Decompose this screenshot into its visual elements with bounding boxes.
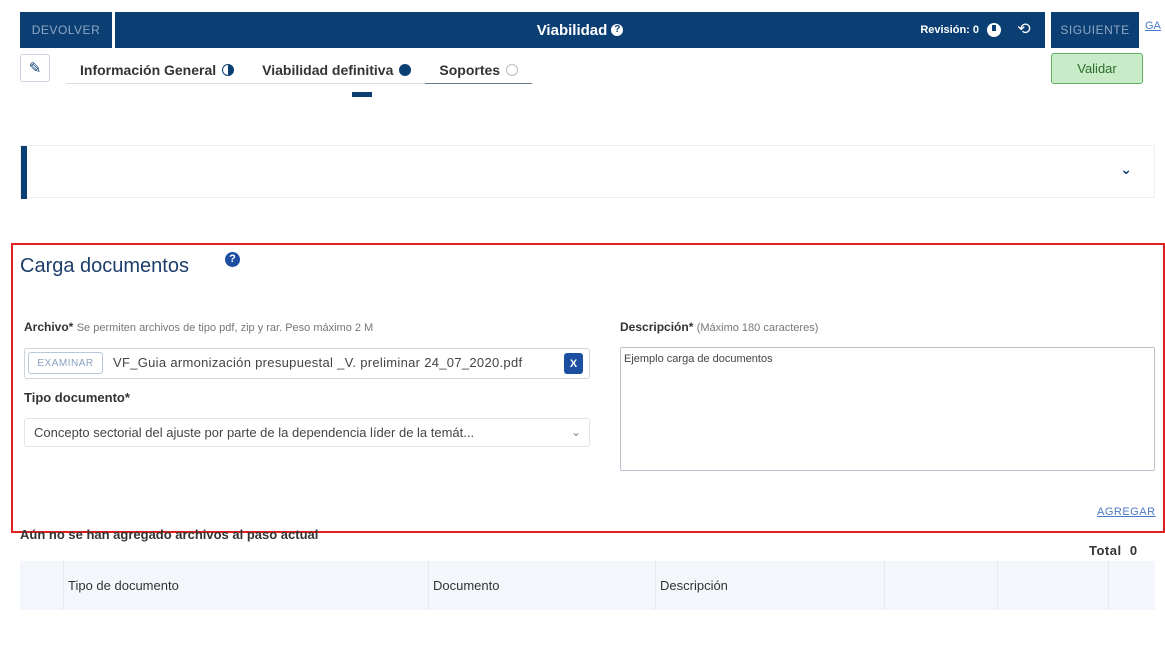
tipo-documento-value: Concepto sectorial del ajuste por parte … bbox=[34, 425, 475, 440]
tab-scroll-indicator bbox=[352, 92, 372, 97]
partial-status-icon bbox=[222, 63, 235, 76]
panel-accent-bar bbox=[21, 146, 27, 199]
tipo-documento-select[interactable]: Concepto sectorial del ajuste por parte … bbox=[24, 418, 590, 447]
agregar-link[interactable]: AGREGAR bbox=[1097, 506, 1156, 518]
remove-file-button[interactable]: X bbox=[564, 353, 583, 374]
history-icon[interactable]: ⟲ bbox=[1015, 21, 1033, 39]
tab-informacion-general[interactable]: Información General bbox=[66, 56, 249, 84]
empty-status-icon bbox=[506, 63, 519, 76]
page-title: Viabilidad ? bbox=[115, 12, 1045, 48]
edit-button[interactable]: ✎ bbox=[20, 54, 50, 82]
revision-icon[interactable] bbox=[987, 23, 1001, 37]
validar-button[interactable]: Validar bbox=[1051, 53, 1143, 84]
total-value: 0 bbox=[1129, 543, 1138, 558]
table-header-cell bbox=[1109, 561, 1155, 610]
chevron-down-icon[interactable]: ⌄ bbox=[1120, 161, 1132, 178]
file-input[interactable]: EXAMINAR VF_Guia armonización presupuest… bbox=[24, 348, 590, 379]
examinar-button[interactable]: EXAMINAR bbox=[28, 352, 103, 374]
tab-list: Información General Viabilidad definitiv… bbox=[66, 56, 533, 86]
total-count: Total 0 bbox=[1089, 543, 1138, 558]
tab-soportes[interactable]: Soportes bbox=[425, 56, 533, 84]
pencil-icon: ✎ bbox=[28, 60, 42, 77]
top-bar: DEVOLVER Viabilidad ? Revisión: 0 ⟲ SIGU… bbox=[20, 12, 1153, 48]
empty-files-message: Aún no se han agregado archivos al paso … bbox=[20, 527, 319, 542]
descripcion-label-text: Descripción* bbox=[620, 320, 694, 334]
chevron-down-icon: ⌄ bbox=[570, 425, 581, 439]
siguiente-button[interactable]: SIGUIENTE bbox=[1051, 12, 1139, 48]
tab-viabilidad-definitiva[interactable]: Viabilidad definitiva bbox=[248, 56, 426, 84]
close-icon: X bbox=[569, 357, 578, 370]
archivo-hint: Se permiten archivos de tipo pdf, zip y … bbox=[76, 322, 374, 334]
collapsed-panel[interactable]: ⌄ bbox=[20, 145, 1155, 199]
section-title: Carga documentos bbox=[20, 255, 189, 277]
help-icon[interactable]: ? bbox=[611, 24, 624, 36]
table-header-cell bbox=[20, 561, 64, 610]
title-label: Viabilidad bbox=[536, 21, 608, 39]
revision-label: Revisión: 0 bbox=[920, 24, 979, 36]
descripcion-label: Descripción* (Máximo 180 caracteres) bbox=[620, 320, 818, 334]
table-header-descripcion: Descripción bbox=[656, 561, 885, 610]
descripcion-textarea[interactable]: Ejemplo carga de documentos bbox=[620, 347, 1155, 471]
devolver-button[interactable]: DEVOLVER bbox=[20, 12, 112, 48]
descripcion-hint: (Máximo 180 caracteres) bbox=[696, 322, 819, 334]
ga-link[interactable]: GA bbox=[1145, 20, 1161, 32]
title-bar: Viabilidad ? Revisión: 0 ⟲ bbox=[115, 12, 1045, 48]
archivo-label-text: Archivo* bbox=[24, 320, 74, 334]
total-label: Total bbox=[1089, 543, 1122, 558]
archivo-label: Archivo* Se permiten archivos de tipo pd… bbox=[24, 320, 373, 334]
help-icon[interactable]: ? bbox=[225, 252, 240, 267]
revision-indicator: Revisión: 0 bbox=[920, 12, 1001, 48]
tab-label: Soportes bbox=[439, 61, 501, 78]
table-header-cell bbox=[998, 561, 1109, 610]
selected-file-name: VF_Guia armonización presupuestal _V. pr… bbox=[113, 355, 523, 370]
complete-status-icon bbox=[399, 63, 412, 76]
tab-label: Información General bbox=[80, 61, 217, 78]
table-header-cell bbox=[885, 561, 998, 610]
files-table-header: Tipo de documento Documento Descripción bbox=[20, 561, 1155, 610]
tab-label: Viabilidad definitiva bbox=[262, 61, 394, 78]
table-header-documento: Documento bbox=[429, 561, 656, 610]
table-header-tipo: Tipo de documento bbox=[64, 561, 429, 610]
tipo-documento-label: Tipo documento* bbox=[24, 390, 130, 405]
